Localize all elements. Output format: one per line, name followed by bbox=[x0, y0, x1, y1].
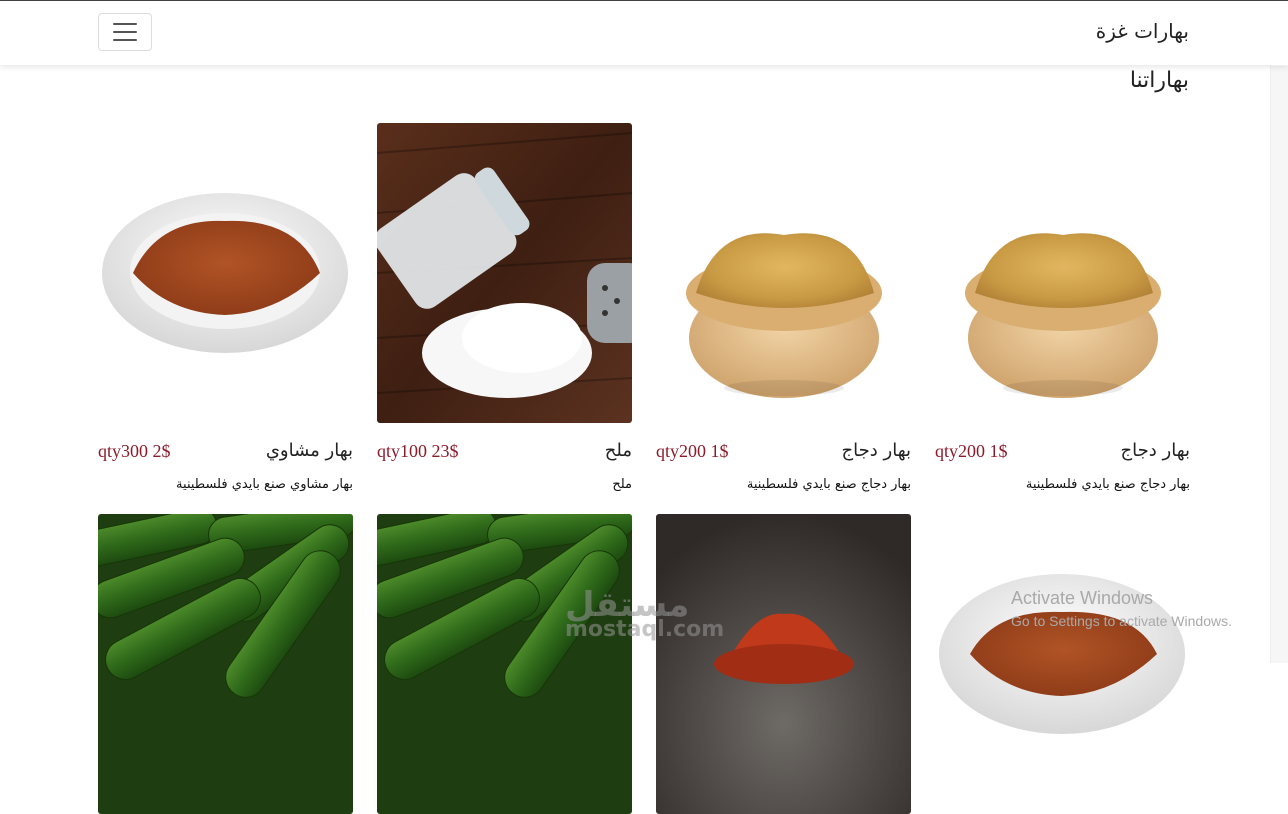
section-title: بهاراتنا bbox=[1129, 68, 1189, 93]
brand-title[interactable]: بهارات غزة bbox=[1096, 19, 1189, 43]
mostaql-watermark: مستقل mostaql.com bbox=[565, 585, 724, 642]
product-description: بهار مشاوي صنع بايدي فلسطينية bbox=[176, 477, 353, 492]
product-name: بهار دجاج bbox=[1120, 440, 1190, 461]
product-name: بهار دجاج bbox=[841, 440, 911, 461]
hamburger-icon bbox=[113, 23, 137, 25]
product-name: ملح bbox=[604, 440, 632, 461]
product-price: qty200 1$ bbox=[656, 441, 729, 461]
product-image-paprika bbox=[656, 514, 911, 814]
product-price: qty300 2$ bbox=[98, 441, 171, 461]
activate-windows-subtitle: Go to Settings to activate Windows. bbox=[1011, 613, 1232, 629]
product-image-spice-plate bbox=[935, 514, 1190, 814]
product-name: بهار مشاوي bbox=[265, 440, 353, 461]
product-image-cucumbers bbox=[377, 514, 632, 814]
watermark-latin: mostaql.com bbox=[565, 617, 725, 642]
navbar: بهارات غزة bbox=[0, 1, 1288, 65]
product-image-salt bbox=[377, 123, 632, 423]
hamburger-icon-line bbox=[113, 39, 137, 41]
menu-toggle-button[interactable] bbox=[98, 13, 152, 51]
activate-windows-title: Activate Windows bbox=[1011, 588, 1154, 608]
product-description: بهار دجاج صنع بايدي فلسطينية bbox=[746, 477, 911, 492]
product-image-spice-bowl bbox=[935, 123, 1190, 423]
product-price: qty200 1$ bbox=[935, 441, 1008, 461]
hamburger-icon-line bbox=[113, 31, 137, 33]
product-image-spice-bowl bbox=[656, 123, 911, 423]
product-description: ملح bbox=[612, 477, 632, 492]
product-description: بهار دجاج صنع بايدي فلسطينية bbox=[1025, 477, 1190, 492]
page-scrollbar[interactable] bbox=[1270, 66, 1288, 663]
product-price: qty100 23$ bbox=[377, 441, 459, 461]
activate-windows-notice: Activate Windows Go to Settings to activ… bbox=[1011, 588, 1232, 629]
product-image-cucumbers bbox=[98, 514, 353, 814]
product-image-spice-plate bbox=[98, 123, 353, 423]
